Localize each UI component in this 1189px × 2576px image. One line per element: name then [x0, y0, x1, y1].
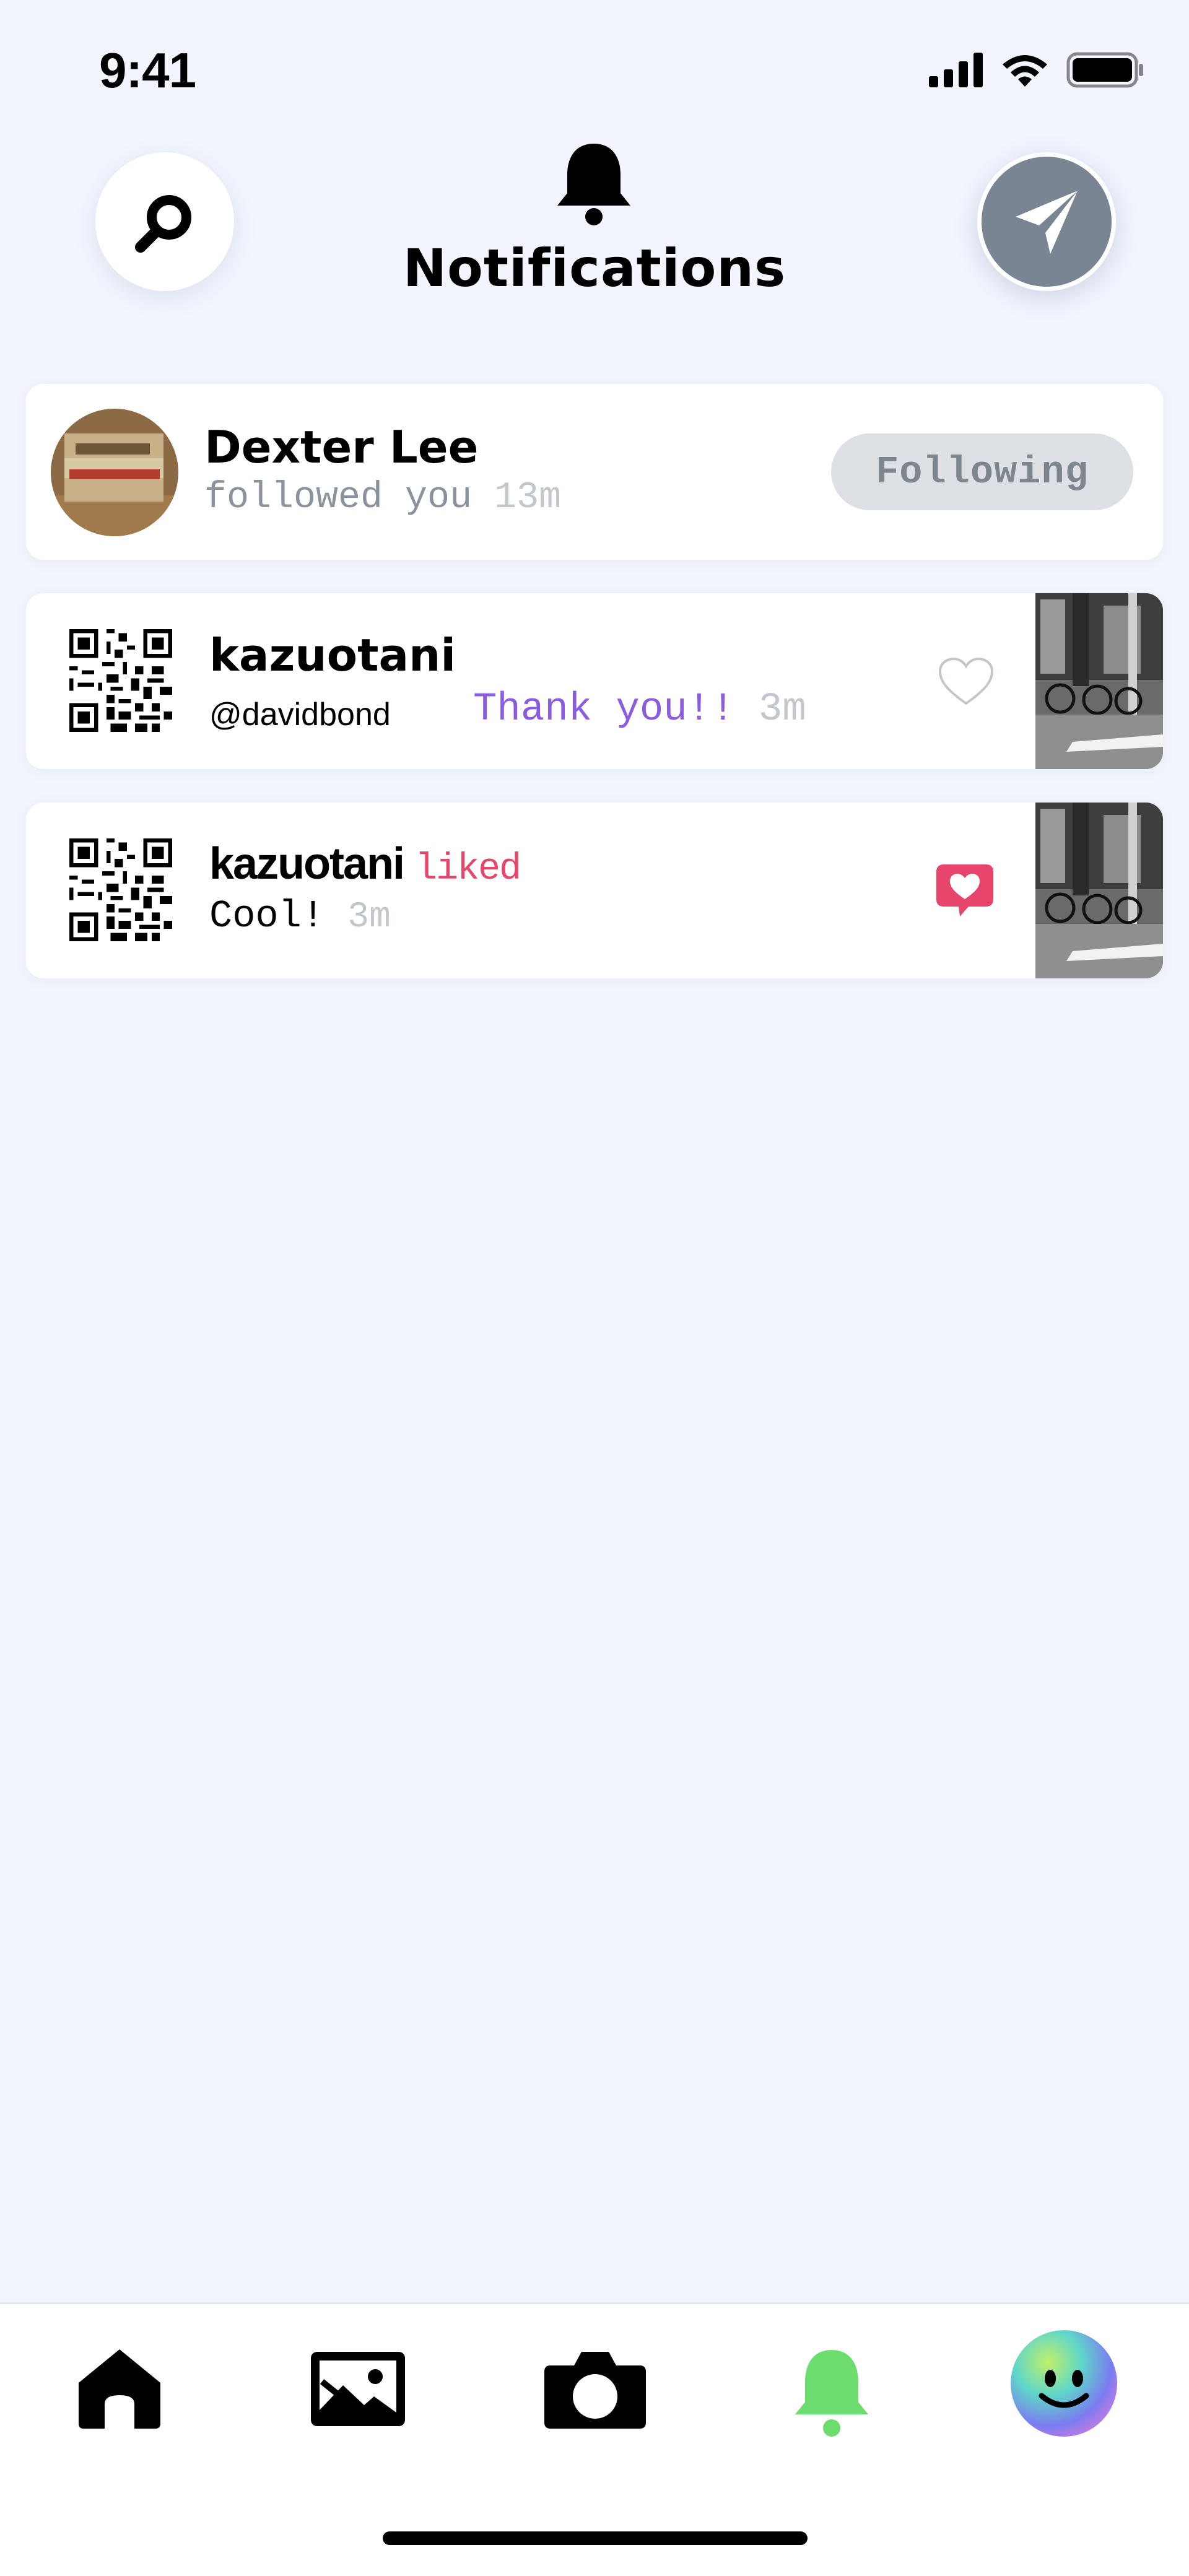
action-text: liked	[415, 848, 521, 890]
heart-outline-icon[interactable]	[936, 655, 996, 707]
bell-icon	[557, 144, 630, 225]
avatar[interactable]	[51, 409, 178, 536]
post-thumbnail[interactable]	[1035, 803, 1163, 978]
status-time: 9:41	[99, 43, 196, 98]
signal-icon	[929, 53, 983, 87]
following-button[interactable]: Following	[831, 433, 1133, 510]
home-indicator[interactable]	[383, 2531, 808, 2545]
tab-gallery[interactable]	[308, 2343, 407, 2435]
tab-notifications[interactable]	[785, 2343, 878, 2442]
tab-home[interactable]	[73, 2343, 166, 2435]
notification-username[interactable]: kazuotani	[209, 839, 405, 889]
timestamp: 3m	[347, 897, 391, 938]
status-icons	[929, 52, 1144, 88]
avatar-image	[51, 409, 178, 536]
notification-username[interactable]: kazuotani	[209, 629, 456, 681]
tab-profile[interactable]	[1009, 2329, 1118, 2438]
heart-filled-icon[interactable]	[933, 861, 997, 920]
gallery-icon	[311, 2352, 405, 2426]
post-thumbnail[interactable]	[1035, 593, 1163, 769]
profile-avatar-icon	[1011, 2330, 1117, 2437]
camera-icon	[544, 2352, 646, 2429]
notification-like[interactable]: kazuotani liked Cool! 3m	[26, 803, 1163, 978]
notification-follow[interactable]: Dexter Lee followed you 13m Following	[26, 384, 1163, 560]
timestamp: 13m	[494, 477, 562, 519]
message-body: Cool!	[209, 894, 325, 938]
wifi-icon	[1003, 55, 1047, 87]
notification-message[interactable]: kazuotani @davidbond Thank you!! 3m	[26, 593, 1163, 769]
battery-icon	[1066, 52, 1143, 88]
send-message-button[interactable]	[977, 152, 1116, 291]
message-body: Thank you!!	[473, 687, 735, 732]
notification-header: kazuotani liked	[209, 838, 521, 890]
qr-code-icon	[69, 629, 172, 732]
qr-code-icon	[69, 838, 172, 941]
paper-plane-icon	[1016, 191, 1078, 254]
user-handle[interactable]: @davidbond	[209, 696, 391, 733]
action-text: followed you	[204, 477, 473, 519]
message-text: Cool! 3m	[209, 894, 391, 938]
tab-camera[interactable]	[542, 2343, 648, 2435]
notification-username[interactable]: Dexter Lee	[204, 421, 478, 473]
home-icon	[79, 2349, 160, 2429]
bell-icon	[795, 2350, 868, 2437]
message-text: Thank you!! 3m	[473, 687, 806, 732]
timestamp: 3m	[758, 687, 806, 732]
notification-text: followed you 13m	[204, 477, 561, 519]
